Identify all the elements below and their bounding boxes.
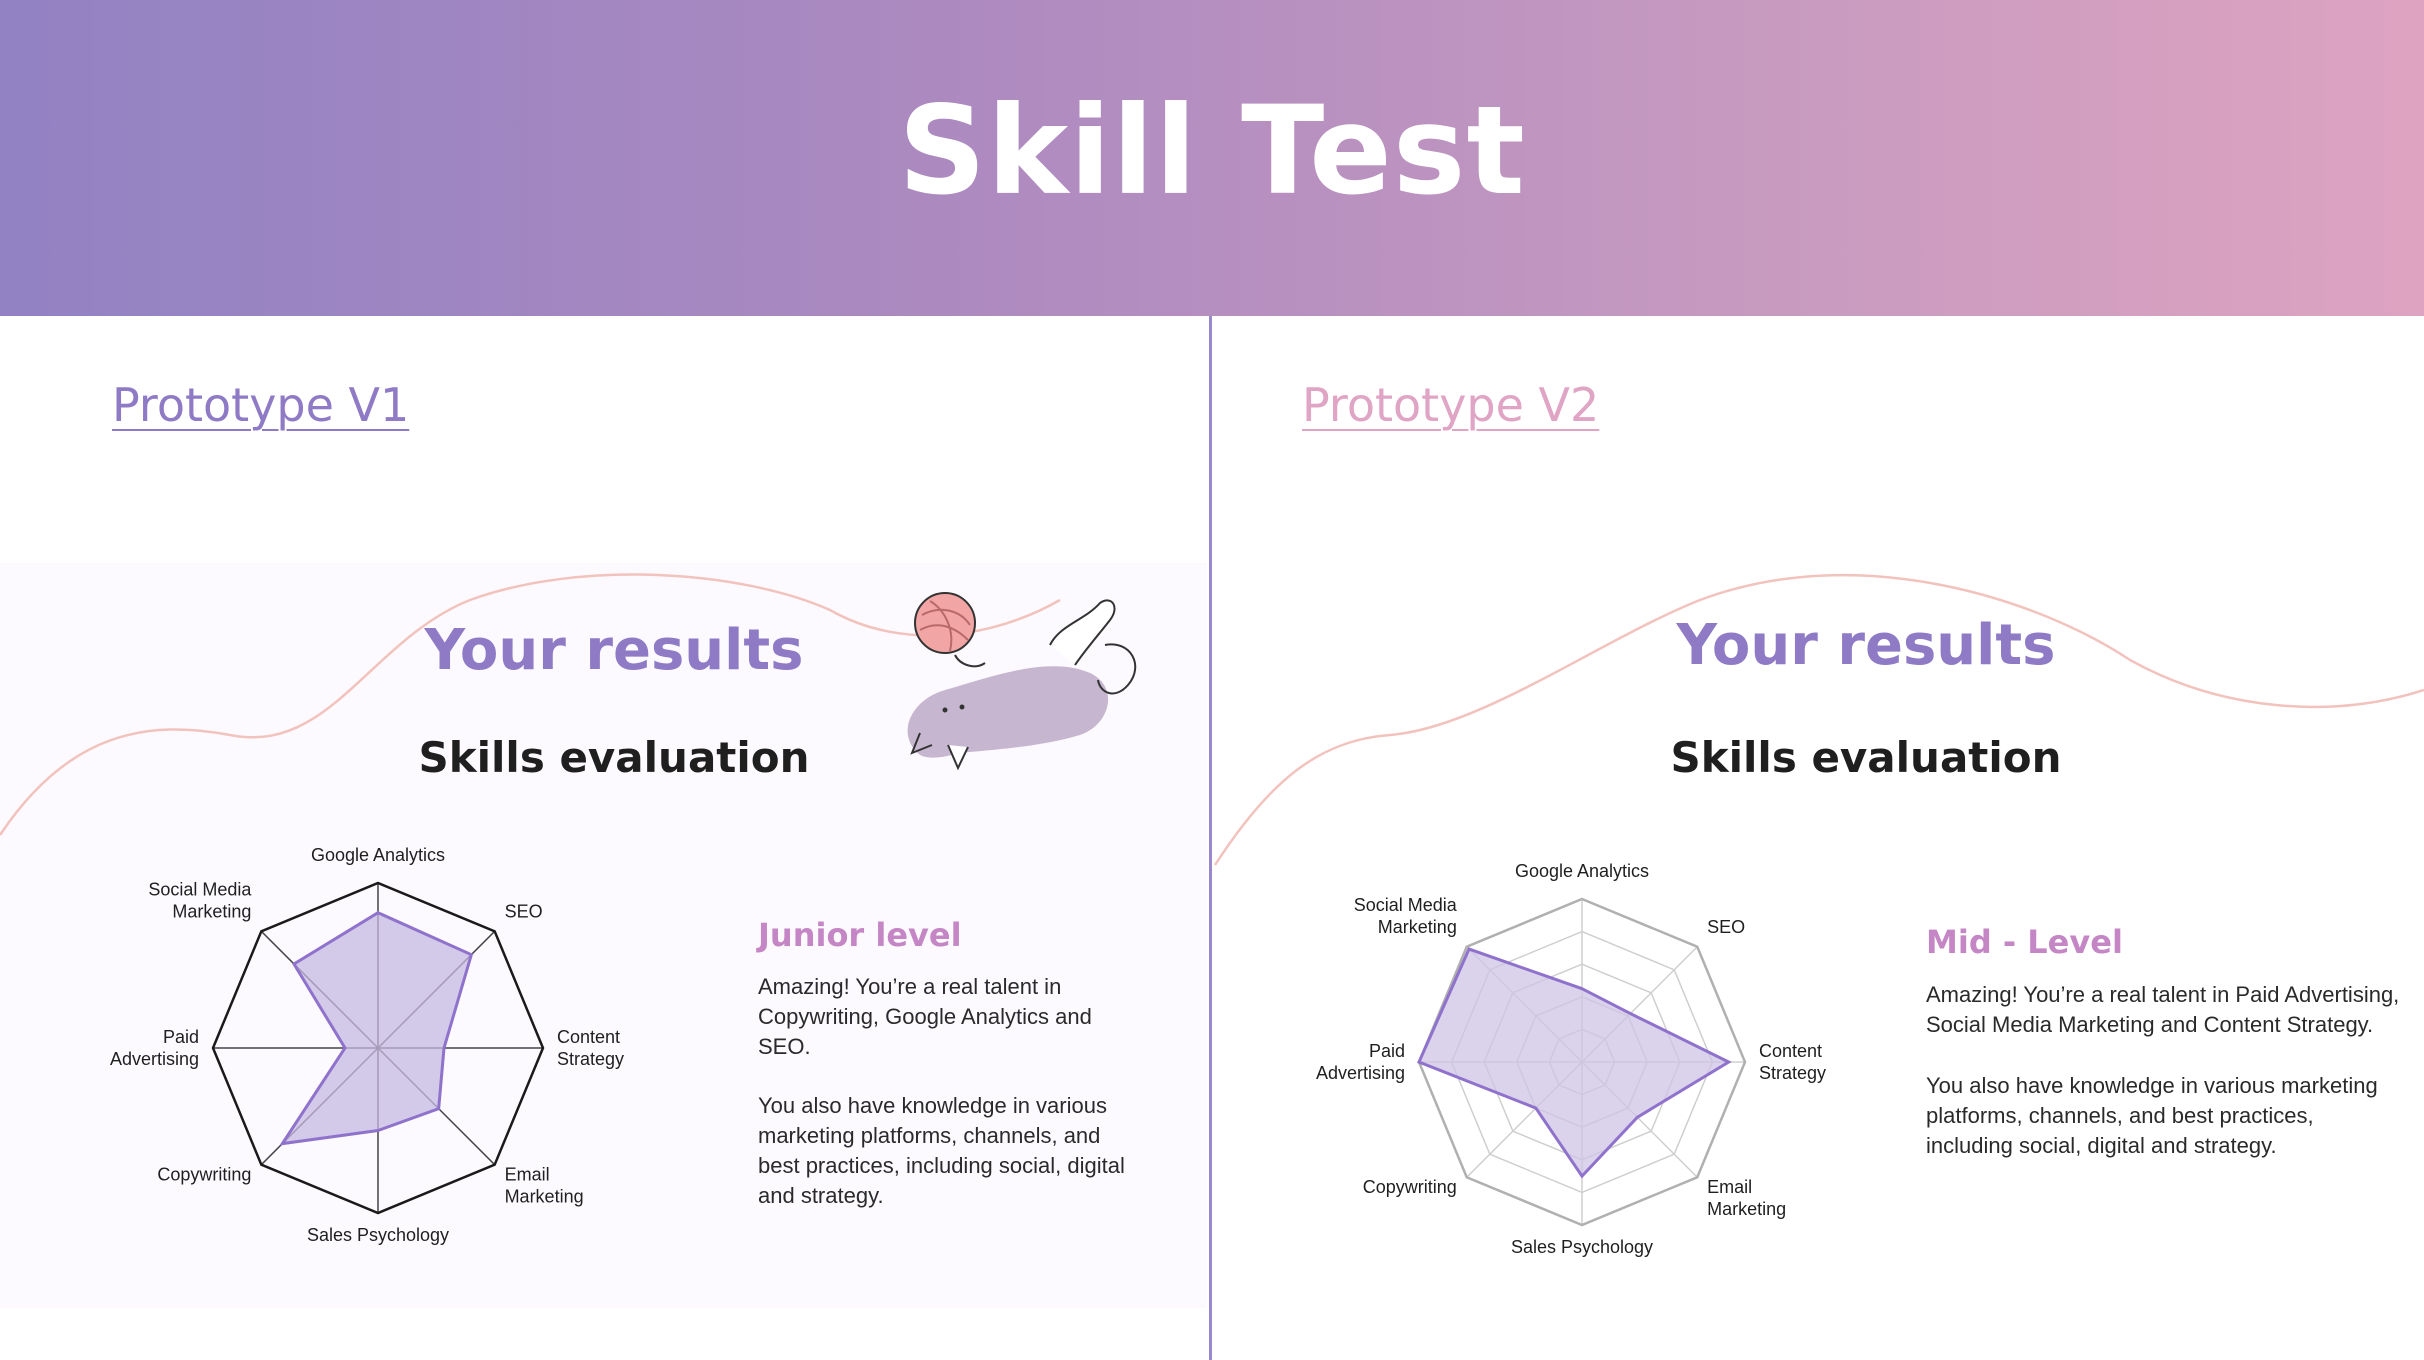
v2-level-label: Mid - Level [1926,923,2123,961]
radar-axis-label: Email Marketing [505,1165,584,1207]
v1-description-1: Amazing! You’re a real talent in Copywri… [758,974,1092,1059]
radar-axis-label: Email Marketing [1707,1177,1786,1219]
v2-skills-radar-chart: Google Analytics SEO Content Strategy Email M… [1316,861,1826,1257]
radar-axis-label: Paid Advertising [1316,1041,1405,1083]
radar-axis-label: Content Strategy [1759,1041,1826,1083]
radar-axis-label: Social Media Marketing [1354,895,1458,937]
v1-level-label: Junior level [758,916,962,954]
radar-axis-label: Copywriting [1363,1177,1457,1197]
v2-description-1: Amazing! You’re a real talent in Paid Ad… [1926,982,2400,1037]
radar-axis-label: Google Analytics [311,845,445,865]
radar-axis-label: Google Analytics [1515,861,1649,881]
radar-axis-label: Social Media Marketing [148,879,252,921]
radar-axis-label: Content Strategy [557,1027,624,1069]
radar-data-area [279,911,474,1146]
v2-description-2: You also have knowledge in various marke… [1926,1073,2378,1158]
radar-axis-label: SEO [1707,917,1745,937]
radar-axis-label: Copywriting [157,1165,251,1185]
v1-description-2: You also have knowledge in various marke… [758,1093,1125,1208]
radar-data-area [1416,947,1732,1179]
v1-results-heading: Your results [424,618,804,683]
radar-axis-label: Sales Psychology [1511,1237,1653,1257]
v2-skills-title: Skills evaluation [1670,733,2062,782]
v1-skills-title: Skills evaluation [418,733,810,782]
radar-axis-label: Sales Psychology [307,1225,449,1245]
v2-results-heading: Your results [1676,613,2056,678]
v1-skills-radar-chart: Google Analytics SEO Content Strategy Email M… [110,845,624,1245]
radar-axis-label: SEO [505,901,543,921]
radar-axis-label: Paid Advertising [110,1027,199,1069]
